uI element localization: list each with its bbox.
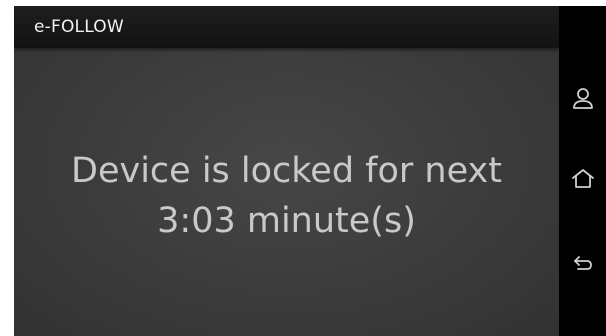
lock-screen-content: Device is locked for next 3:03 minute(s): [14, 48, 559, 336]
app-title: e-FOLLOW: [34, 17, 124, 37]
back-button[interactable]: [559, 243, 606, 283]
app-screen: e-FOLLOW Device is locked for next 3:03 …: [14, 6, 559, 336]
back-icon: [573, 256, 592, 270]
person-icon: [572, 88, 593, 109]
device-frame: e-FOLLOW Device is locked for next 3:03 …: [0, 0, 606, 336]
home-icon: [571, 169, 594, 188]
app-bar: e-FOLLOW: [14, 6, 559, 48]
lock-countdown: 3:03 minute(s): [157, 201, 416, 241]
lock-message: Device is locked for next 3:03 minute(s): [14, 146, 559, 246]
system-nav-bar: [559, 6, 606, 336]
home-button[interactable]: [559, 158, 606, 198]
profile-button[interactable]: [559, 79, 606, 119]
lock-message-line1: Device is locked for next: [71, 151, 502, 191]
